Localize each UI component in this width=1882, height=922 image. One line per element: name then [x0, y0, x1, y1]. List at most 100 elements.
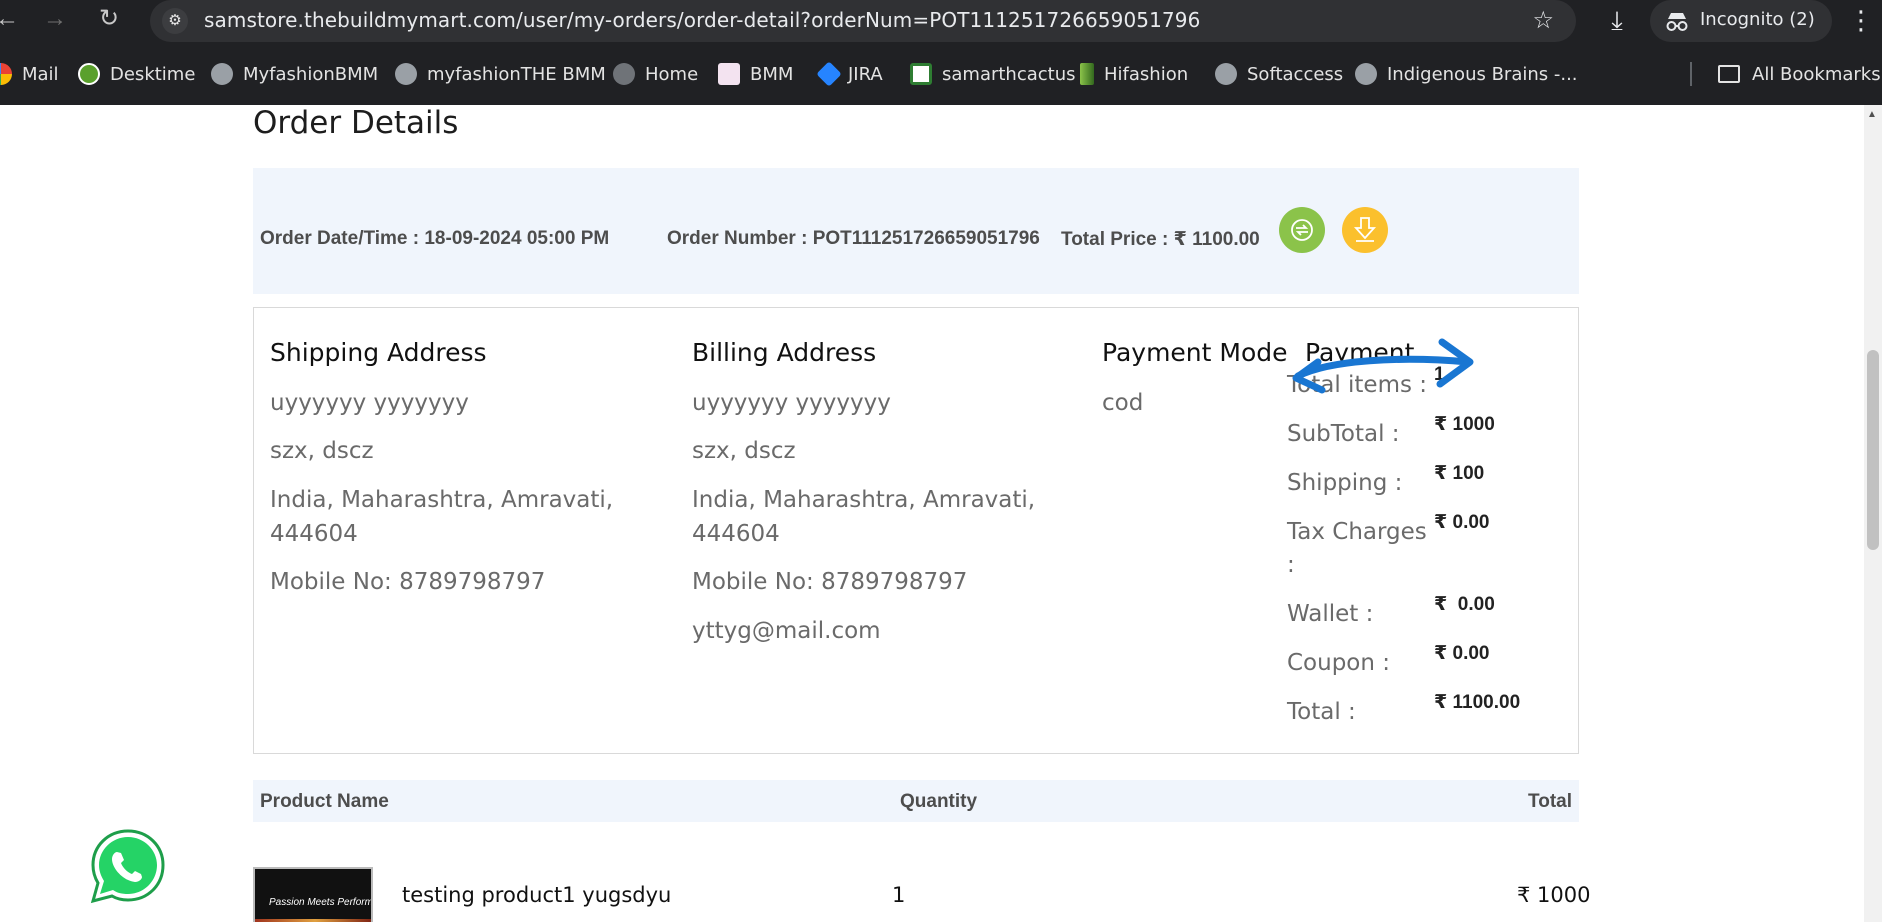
reorder-button[interactable]	[1279, 207, 1325, 253]
shipping-charge-value: ₹ 100	[1434, 463, 1485, 484]
scroll-up-icon[interactable]: ▲	[1867, 109, 1877, 120]
bookmark-label: JIRA	[848, 63, 883, 85]
payment-mode-heading: Payment Mode	[1102, 338, 1288, 367]
bookmark-home[interactable]: Home	[613, 60, 698, 88]
globe-icon	[1355, 63, 1377, 85]
hifashion-icon	[1080, 63, 1094, 85]
url-text[interactable]: samstore.thebuildmymart.com/user/my-orde…	[204, 8, 1200, 32]
payment-heading: Payment	[1305, 338, 1415, 367]
bookmark-label: Hifashion	[1104, 63, 1189, 85]
bookmark-bmm[interactable]: BMM	[718, 60, 793, 88]
bookmark-indigenous-brains[interactable]: Indigenous Brains -...	[1355, 60, 1578, 88]
quantity-header: Quantity	[900, 791, 978, 812]
download-invoice-icon	[1353, 217, 1377, 242]
grand-total-value: ₹ 1100.00	[1434, 692, 1521, 713]
product-name-header: Product Name	[260, 791, 389, 812]
billing-name: uyyyyyy yyyyyyy	[692, 390, 891, 416]
total-header: Total	[1528, 791, 1572, 812]
order-summary-bar: Order Date/Time : 18-09-2024 05:00 PM Or…	[253, 168, 1579, 294]
bookmark-label: Indigenous Brains -...	[1387, 63, 1578, 85]
jira-icon	[816, 61, 842, 87]
subtotal-value: ₹ 1000	[1434, 414, 1495, 435]
wallet-label: Wallet :	[1287, 601, 1374, 627]
total-items-label: Total items :	[1287, 372, 1428, 398]
address-payment-box: Shipping Address uyyyyyy yyyyyyy szx, ds…	[253, 307, 1579, 754]
product-name[interactable]: testing product1 yugsdyu	[402, 883, 671, 907]
shipping-line1: szx, dscz	[270, 438, 374, 464]
whatsapp-icon[interactable]	[88, 827, 168, 907]
scrollbar-thumb[interactable]	[1867, 350, 1879, 550]
bookmark-label: BMM	[750, 63, 794, 85]
bookmark-myfashionthebmm[interactable]: myfashionTHE BMM	[395, 60, 606, 88]
desktime-icon	[78, 63, 100, 85]
back-icon[interactable]: ←	[0, 4, 22, 34]
page-content: Order Details Order Date/Time : 18-09-20…	[0, 105, 1882, 922]
billing-heading: Billing Address	[692, 338, 877, 367]
products-table-header: Product Name Quantity Total	[253, 780, 1579, 822]
download-invoice-button[interactable]	[1342, 207, 1388, 253]
browser-toolbar: ← → ↻ ⚙ samstore.thebuildmymart.com/user…	[0, 0, 1882, 105]
google-icon	[0, 63, 12, 85]
globe-icon	[211, 63, 233, 85]
all-bookmarks-button[interactable]: All Bookmarks	[1718, 60, 1881, 88]
product-image-caption: Passion Meets Performance	[269, 897, 373, 908]
bookmark-myfashionbmm[interactable]: MyfashionBMM	[211, 60, 378, 88]
site-info-icon[interactable]: ⚙	[162, 8, 188, 34]
globe-icon	[613, 63, 635, 85]
product-thumbnail[interactable]: Passion Meets Performance	[253, 867, 373, 922]
shipping-name: uyyyyyy yyyyyyy	[270, 390, 469, 416]
coupon-value: ₹ 0.00	[1434, 643, 1490, 664]
bookmark-label: Softaccess	[1247, 63, 1344, 85]
bookmark-desktime[interactable]: Desktime	[78, 60, 195, 88]
bmm-icon	[718, 63, 740, 85]
bookmark-hifashion[interactable]: Hifashion	[1080, 60, 1188, 88]
incognito-button[interactable]: Incognito (2)	[1650, 0, 1832, 42]
refresh-icon	[1291, 219, 1313, 241]
order-number: Order Number : POT111251726659051796	[667, 228, 1040, 249]
subtotal-label: SubTotal :	[1287, 421, 1400, 447]
bookmark-mail[interactable]: Mail	[0, 60, 59, 88]
tax-charges-value: ₹ 0.00	[1434, 512, 1490, 533]
reload-icon[interactable]: ↻	[94, 4, 124, 34]
bookmark-jira[interactable]: JIRA	[816, 60, 883, 88]
billing-email: yttyg@mail.com	[692, 618, 881, 644]
order-total-price: Total Price : ₹ 1100.00	[1061, 229, 1260, 250]
shipping-mobile: Mobile No: 8789798797	[270, 569, 546, 595]
all-bookmarks-label: All Bookmarks	[1752, 63, 1881, 85]
incognito-label: Incognito (2)	[1700, 9, 1815, 30]
bookmarks-divider	[1690, 62, 1692, 86]
bookmark-star-icon[interactable]: ☆	[1532, 6, 1554, 35]
shipping-pincode: 444604	[270, 521, 358, 547]
billing-mobile: Mobile No: 8789798797	[692, 569, 968, 595]
forward-icon[interactable]: →	[40, 4, 70, 34]
wallet-value: ₹ 0.00	[1434, 594, 1495, 615]
product-total: ₹ 1000	[1517, 883, 1591, 907]
bookmark-samarthcactus[interactable]: samarthcactus	[910, 60, 1076, 88]
globe-icon	[395, 63, 417, 85]
page-scrollbar[interactable]: ▲	[1864, 105, 1882, 922]
download-icon[interactable]: ⤓	[1600, 3, 1634, 37]
shipping-line2: India, Maharashtra, Amravati,	[270, 487, 614, 513]
total-items-value: 1	[1434, 364, 1445, 385]
bookmark-label: Desktime	[110, 63, 196, 85]
billing-line1: szx, dscz	[692, 438, 796, 464]
page-title: Order Details	[253, 105, 459, 141]
folder-icon	[1718, 65, 1740, 83]
payment-mode-value: cod	[1102, 390, 1144, 416]
grand-total-label: Total :	[1287, 699, 1356, 725]
bookmark-label: Mail	[22, 63, 59, 85]
billing-line2: India, Maharashtra, Amravati,	[692, 487, 1036, 513]
product-quantity: 1	[892, 883, 906, 907]
bookmark-label: Home	[645, 63, 699, 85]
coupon-label: Coupon :	[1287, 650, 1391, 676]
browser-menu-icon[interactable]: ⋮	[1848, 2, 1874, 38]
bookmarks-bar: Mail Desktime MyfashionBMM myfashionTHE …	[0, 56, 1882, 92]
tax-charges-colon: :	[1287, 552, 1295, 578]
bookmark-softaccess[interactable]: Softaccess	[1215, 60, 1343, 88]
bookmark-label: MyfashionBMM	[243, 63, 379, 85]
incognito-icon	[1666, 13, 1688, 31]
bookmark-label: myfashionTHE BMM	[427, 63, 606, 85]
globe-icon	[1215, 63, 1237, 85]
address-bar[interactable]: ⚙ samstore.thebuildmymart.com/user/my-or…	[150, 0, 1576, 42]
bookmark-label: samarthcactus	[942, 63, 1076, 85]
